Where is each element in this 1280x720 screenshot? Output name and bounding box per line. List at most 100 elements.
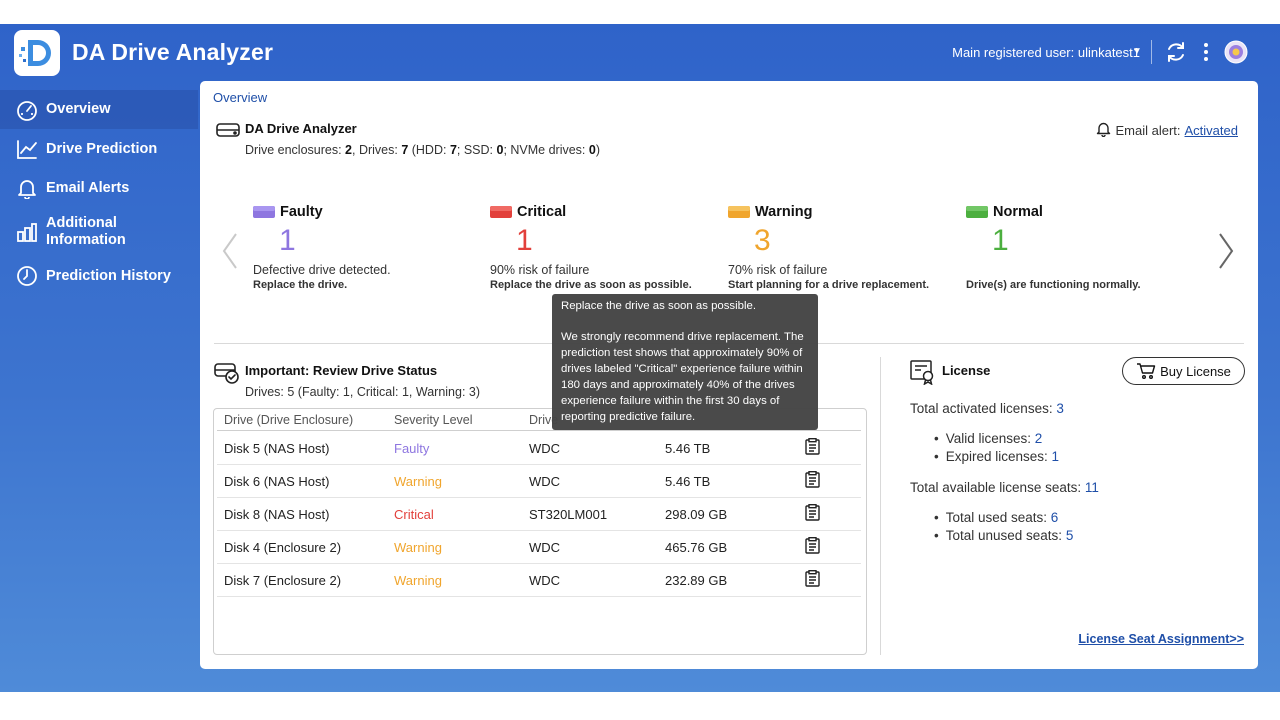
sidebar-item-label: Email Alerts: [46, 179, 130, 196]
bell-icon: [16, 177, 38, 200]
model-cell: WDC: [529, 540, 561, 555]
sidebar-item-email-alerts[interactable]: Email Alerts: [0, 169, 198, 207]
capacity-cell: 5.46 TB: [665, 474, 711, 489]
warning-count: 3: [754, 224, 771, 257]
app-title: DA Drive Analyzer: [72, 39, 274, 65]
capacity-cell: 5.46 TB: [665, 441, 711, 456]
capacity-cell: 232.89 GB: [665, 573, 728, 588]
drive-cell: Disk 8 (NAS Host): [224, 507, 330, 522]
faulty-action: Replace the drive.: [253, 279, 348, 291]
severity-card-header: Normal: [966, 204, 1043, 220]
review-subtitle: Drives: 5 (Faulty: 1, Critical: 1, Warni…: [245, 385, 481, 399]
severity-card-faulty[interactable]: Faulty 1 Defective drive detected. Repla…: [253, 203, 483, 303]
email-alert-label: Email alert:: [1115, 123, 1181, 138]
drive-cell: Disk 7 (Enclosure 2): [224, 573, 342, 588]
valid-licenses: Valid licenses: 2: [934, 431, 1043, 446]
breadcrumb: Overview: [213, 90, 268, 105]
warning-description: 70% risk of failure: [728, 263, 828, 277]
license-title: License: [942, 363, 991, 378]
drive-cell: Disk 6 (NAS Host): [224, 474, 330, 489]
bar-chart-icon: [16, 221, 38, 243]
total-used-seats: Total used seats: 6: [934, 510, 1059, 525]
registered-user-menu[interactable]: Main registered user: ulinkatest1: [952, 45, 1140, 60]
normal-drive-icon: [966, 206, 988, 218]
sidebar-item-additional-information[interactable]: Additional Information: [0, 208, 198, 256]
report-icon[interactable]: [805, 570, 820, 590]
more-vertical-icon[interactable]: [1198, 40, 1214, 64]
severity-card-critical[interactable]: Critical 1 90% risk of failure Replace t…: [490, 203, 720, 303]
column-header[interactable]: Drive (Drive Enclosure): [224, 413, 353, 427]
sidebar-item-label: Additional Information: [46, 215, 126, 248]
severity-cell: Faulty: [394, 441, 430, 456]
sidebar-item-prediction-history[interactable]: Prediction History: [0, 257, 198, 295]
gauge-icon: [16, 99, 38, 121]
total-unused-seats: Total unused seats: 5: [934, 528, 1074, 543]
table-row[interactable]: Disk 4 (Enclosure 2) Warning WDC 465.76 …: [217, 531, 861, 564]
drive-summary: Drive enclosures: 2, Drives: 7 (HDD: 7; …: [245, 143, 600, 157]
critical-description: 90% risk of failure: [490, 263, 590, 277]
critical-action: Replace the drive as soon as possible.: [490, 279, 692, 291]
table-row[interactable]: Disk 5 (NAS Host) Faulty WDC 5.46 TB: [217, 432, 861, 465]
severity-cell: Critical: [394, 507, 434, 522]
cart-icon: [1137, 363, 1156, 379]
report-icon[interactable]: [805, 438, 820, 458]
table-row[interactable]: Disk 8 (NAS Host) Critical ST320LM001 29…: [217, 498, 861, 531]
report-icon[interactable]: [805, 537, 820, 557]
faulty-count: 1: [279, 224, 296, 257]
bell-icon: [1096, 121, 1111, 140]
review-title: Important: Review Drive Status: [245, 363, 438, 378]
critical-drive-icon: [490, 206, 512, 218]
report-icon[interactable]: [805, 504, 820, 524]
model-cell: WDC: [529, 474, 561, 489]
severity-cell: Warning: [394, 474, 442, 489]
app-window: DA Drive Analyzer Main registered user: …: [0, 24, 1280, 692]
critical-count: 1: [516, 224, 533, 257]
column-header[interactable]: Severity Level: [394, 413, 473, 427]
model-cell: WDC: [529, 441, 561, 456]
chevron-left-icon[interactable]: [218, 231, 242, 271]
chevron-right-icon[interactable]: [1214, 231, 1238, 271]
severity-card-header: Faulty: [253, 204, 323, 220]
column-divider: [880, 357, 881, 655]
drive-check-icon: [214, 361, 240, 385]
faulty-description: Defective drive detected.: [253, 263, 391, 277]
expired-licenses: Expired licenses: 1: [934, 449, 1059, 464]
table-row[interactable]: Disk 7 (Enclosure 2) Warning WDC 232.89 …: [217, 564, 861, 597]
model-cell: WDC: [529, 573, 561, 588]
severity-cell: Warning: [394, 540, 442, 555]
severity-card-warning[interactable]: Warning 3 70% risk of failure Start plan…: [728, 203, 958, 303]
drive-status-table: Drive (Drive Enclosure) Severity Level D…: [213, 408, 867, 655]
sidebar-item-drive-prediction[interactable]: Drive Prediction: [0, 130, 198, 168]
sidebar-item-label: Prediction History: [46, 267, 171, 284]
refresh-icon[interactable]: [1164, 40, 1188, 64]
capacity-cell: 465.76 GB: [665, 540, 728, 555]
faulty-drive-icon: [253, 206, 275, 218]
tooltip-title: Replace the drive as soon as possible.: [561, 300, 757, 312]
overview-panel: Overview DA Drive Analyzer Drive enclosu…: [200, 81, 1258, 669]
license-seat-assignment-link[interactable]: License Seat Assignment>>: [1078, 632, 1244, 646]
header-divider: [1151, 40, 1152, 64]
license-certificate-icon: [910, 359, 936, 386]
summary-title: DA Drive Analyzer: [245, 121, 357, 136]
chevron-down-icon[interactable]: ▼: [1132, 46, 1142, 57]
report-icon[interactable]: [805, 471, 820, 491]
capacity-cell: 298.09 GB: [665, 507, 728, 522]
total-activated-licenses: Total activated licenses: 3: [910, 401, 1064, 416]
sidebar-item-overview[interactable]: Overview: [0, 90, 198, 129]
drive-icon: [215, 120, 241, 140]
buy-license-button[interactable]: Buy License: [1122, 357, 1245, 385]
total-available-seats: Total available license seats: 11: [910, 480, 1099, 495]
drive-cell: Disk 4 (Enclosure 2): [224, 540, 342, 555]
line-chart-icon: [16, 138, 38, 160]
app-logo-icon: [14, 30, 60, 76]
sidebar-item-label: Overview: [46, 101, 111, 117]
email-alert-activated-link[interactable]: Activated: [1185, 123, 1238, 138]
clock-icon: [16, 265, 38, 287]
profile-icon[interactable]: [1224, 40, 1248, 64]
severity-card-header: Critical: [490, 204, 566, 220]
critical-tooltip: Replace the drive as soon as possible. W…: [552, 294, 818, 430]
severity-card-normal[interactable]: Normal 1 Drive(s) are functioning normal…: [966, 203, 1196, 303]
normal-count: 1: [992, 224, 1009, 257]
tooltip-body: We strongly recommend drive replacement.…: [561, 331, 804, 423]
table-row[interactable]: Disk 6 (NAS Host) Warning WDC 5.46 TB: [217, 465, 861, 498]
